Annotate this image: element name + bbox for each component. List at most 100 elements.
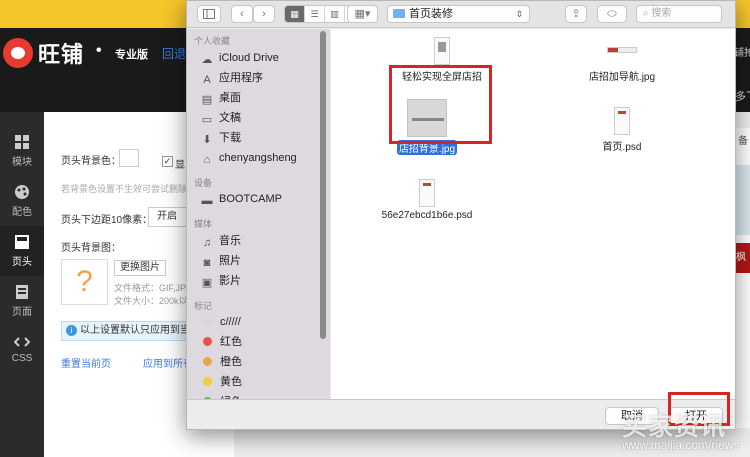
info-icon: i [66, 325, 77, 336]
sidebar-toggle-button[interactable] [197, 5, 221, 23]
nav-label: CSS [11, 353, 33, 364]
file-format-text: 文件格式：GIF,JP [114, 283, 187, 293]
nav-item-css[interactable]: CSS [0, 326, 44, 376]
nav-item-page[interactable]: 页面 [0, 276, 44, 326]
devices-header: 设备 [194, 178, 213, 188]
nav-label: 模块 [12, 157, 32, 168]
left-nav: 模块 配色 页头 页面 CSS [0, 112, 44, 457]
sidebar-item-label: 橙色 [220, 356, 242, 368]
nav-item-colors[interactable]: 配色 [0, 176, 44, 226]
sidebar-item-documents[interactable]: ▭ 文稿 [200, 109, 241, 127]
updown-chevron-icon: ⇕ [515, 9, 523, 19]
sidebar-item-label: 照片 [219, 255, 241, 267]
preview-edge-text: 备 [738, 136, 748, 147]
dialog-toolbar: ‹ › ▦ ☰ ▥ ▭ ▦▾ 首页装修 ⇕ ⇪ ⬭ ⌕ 搜索 [187, 1, 735, 28]
sidebar-item-home[interactable]: ⌂ chenyangsheng [200, 149, 297, 167]
bg-color-label: 页头背景色： [61, 156, 121, 167]
nav-item-modules[interactable]: 模块 [0, 126, 44, 176]
reset-page-link[interactable]: 重置当前页 [61, 355, 111, 370]
sidebar-item-label: 桌面 [219, 92, 241, 104]
sidebar-item-label: 黄色 [220, 376, 242, 388]
sidebar-item-label: 下载 [219, 132, 241, 144]
folder-icon [393, 9, 405, 18]
file-thumbnail [419, 179, 435, 207]
music-icon: ♫ [202, 237, 212, 249]
list-view-button[interactable]: ☰ [305, 6, 325, 22]
column-view-button[interactable]: ▥ [325, 6, 345, 22]
cover-flow-button[interactable]: ▭ [285, 22, 305, 23]
edition-label: 专业版 [115, 49, 148, 61]
sidebar-item-bootcamp[interactable]: ▬ BOOTCAMP [200, 190, 282, 208]
sidebar-item-label: 文稿 [219, 112, 241, 124]
chevron-right-icon: › [262, 8, 266, 20]
home-icon: ⌂ [203, 154, 211, 166]
file-item[interactable]: 56e27ebcd1b6e.psd [367, 179, 487, 221]
sidebar-item-desktop[interactable]: ▤ 桌面 [200, 89, 241, 107]
margin-select[interactable]: 开启 [148, 207, 188, 227]
search-field[interactable]: ⌕ 搜索 [636, 5, 722, 23]
arrange-button[interactable]: ▦▾ [347, 5, 378, 23]
bg-color-hint: 若背景色设置不生效可尝试删除 [61, 184, 188, 194]
sidebar-tag-item[interactable]: c///// [200, 313, 241, 331]
nav-item-header[interactable]: 页头 [0, 226, 44, 276]
folder-path-popup[interactable]: 首页装修 ⇕ [387, 5, 530, 23]
sidebar-scrollbar[interactable] [320, 31, 326, 339]
sidebar-item-music[interactable]: ♫ 音乐 [200, 232, 241, 250]
share-icon: ⇪ [571, 8, 581, 20]
icon-view-button[interactable]: ▦ [285, 6, 305, 22]
file-item[interactable]: 店招加导航.jpg [557, 37, 687, 83]
sidebar-tag-orange[interactable]: 橙色 [200, 353, 242, 371]
bg-image-label: 页头背景图： [61, 243, 121, 254]
sidebar-item-label: 应用程序 [219, 72, 263, 84]
sidebar-item-movies[interactable]: ▣ 影片 [200, 272, 241, 290]
file-name: 56e27ebcd1b6e.psd [381, 210, 473, 221]
header-icon [15, 235, 29, 249]
page-icon [16, 285, 28, 299]
tag-button[interactable]: ⬭ [597, 5, 627, 23]
brand-dot: • [96, 42, 102, 59]
sidebar-tag-red[interactable]: 红色 [200, 333, 242, 351]
tags-header: 标记 [194, 301, 213, 311]
replace-image-button[interactable]: 更换图片 [114, 260, 166, 276]
forward-button[interactable]: › [253, 5, 275, 23]
tag-dot-icon [203, 317, 212, 326]
disk-icon: ▬ [201, 195, 213, 207]
grid-icon [15, 135, 29, 149]
selection-highlight-box [389, 65, 492, 144]
favorites-header: 个人收藏 [194, 36, 231, 46]
photos-icon: ◙ [203, 257, 211, 269]
sidebar-item-photos[interactable]: ◙ 照片 [200, 252, 241, 270]
tag-dot-icon [203, 377, 212, 386]
code-icon [14, 337, 30, 347]
header-back-link[interactable]: 回退 [162, 45, 186, 62]
sidebar-item-icloud[interactable]: ☁ iCloud Drive [200, 49, 279, 67]
chevron-left-icon: ‹ [240, 8, 244, 20]
arrange-icon: ▦▾ [354, 8, 371, 20]
file-name: 店招加导航.jpg [588, 72, 656, 83]
sidebar-item-label: 影片 [219, 275, 241, 287]
brand-name: 旺铺 [38, 42, 85, 67]
dialog-sidebar: 个人收藏 ☁ iCloud Drive A 应用程序 ▤ 桌面 ▭ 文稿 ⬇ 下载 ⌂ ch… [187, 29, 330, 399]
sidebar-tag-yellow[interactable]: 黄色 [200, 373, 242, 391]
share-button[interactable]: ⇪ [565, 5, 587, 23]
nav-label: 页面 [12, 307, 32, 318]
back-button[interactable]: ‹ [231, 5, 253, 23]
sidebar-icon [203, 9, 215, 19]
sidebar-item-label: iCloud Drive [219, 52, 279, 64]
applications-icon: A [203, 74, 211, 86]
brand-logo-icon [3, 38, 33, 68]
show-checkbox-label: 显 [175, 160, 185, 171]
sidebar-item-applications[interactable]: A 应用程序 [200, 69, 263, 87]
palette-icon [15, 185, 29, 199]
tag-icon: ⬭ [607, 8, 617, 20]
file-item[interactable]: 首页.psd [557, 107, 687, 153]
watermark-url: www.maijia.com/news [622, 438, 740, 452]
bg-color-picker[interactable] [119, 149, 139, 167]
sidebar-item-downloads[interactable]: ⬇ 下载 [200, 129, 241, 147]
open-file-dialog: ‹ › ▦ ☰ ▥ ▭ ▦▾ 首页装修 ⇕ ⇪ ⬭ ⌕ 搜索 个人收藏 ☁ iCl… [186, 0, 736, 430]
movies-icon: ▣ [201, 277, 213, 289]
show-checkbox[interactable]: ✓ [162, 156, 173, 167]
sidebar-item-label: BOOTCAMP [219, 193, 282, 205]
file-name: 首页.psd [602, 142, 642, 153]
info-text: 以上设置默认只应用到当前 [80, 325, 200, 336]
